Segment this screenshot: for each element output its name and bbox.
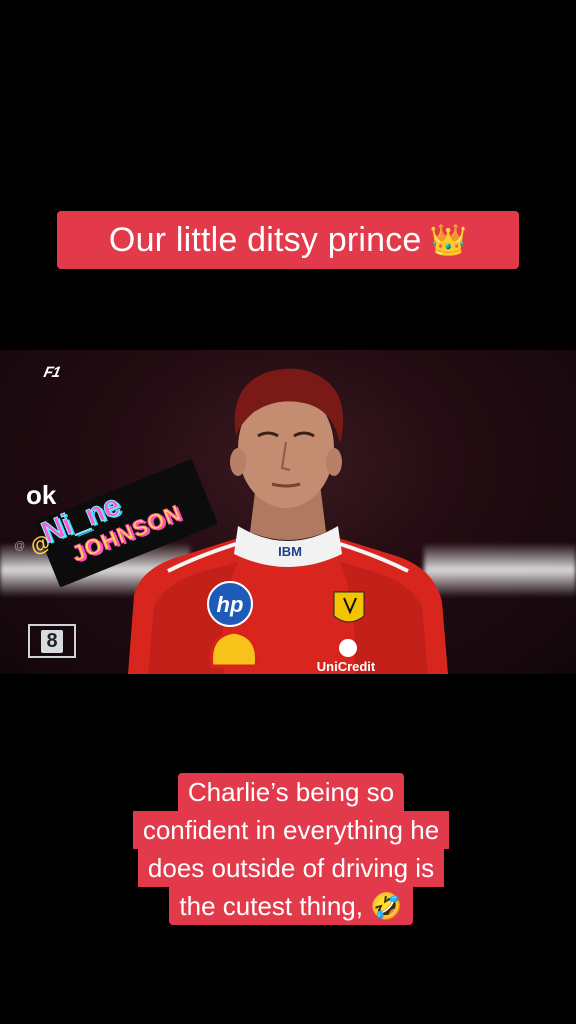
crown-emoji-icon: 👑 <box>429 223 468 257</box>
unicredit-logo: UniCredit <box>317 659 376 674</box>
bottom-caption-line-1: Charlie’s being so <box>177 773 405 811</box>
bottom-caption-line-3: does outside of driving is <box>137 849 445 887</box>
bottom-caption-line-4: the cutest thing, 🤣 <box>169 887 413 925</box>
bottom-caption-line-2: confident in everything he <box>132 811 450 849</box>
video-frame[interactable]: F1 IBM hp UniCredit 8 ok @ @ Ni_ne JOHNS… <box>0 350 576 674</box>
story-page: Our little ditsy prince 👑 F1 IBM hp UniC… <box>0 0 576 1024</box>
bottom-caption: Charlie’s being so confident in everythi… <box>96 773 486 925</box>
creator-watermark: @ Ni_ne JOHNSON <box>6 413 218 588</box>
hp-logo: hp <box>217 592 244 617</box>
top-caption: Our little ditsy prince 👑 <box>57 211 519 269</box>
partial-handle-start: @ <box>14 540 26 552</box>
ibm-logo: IBM <box>278 544 302 559</box>
f1-logo: F1 <box>42 364 62 381</box>
top-caption-text: Our little ditsy prince <box>108 220 422 259</box>
car-number: 8 <box>41 629 63 653</box>
car-number-badge: 8 <box>28 624 76 658</box>
